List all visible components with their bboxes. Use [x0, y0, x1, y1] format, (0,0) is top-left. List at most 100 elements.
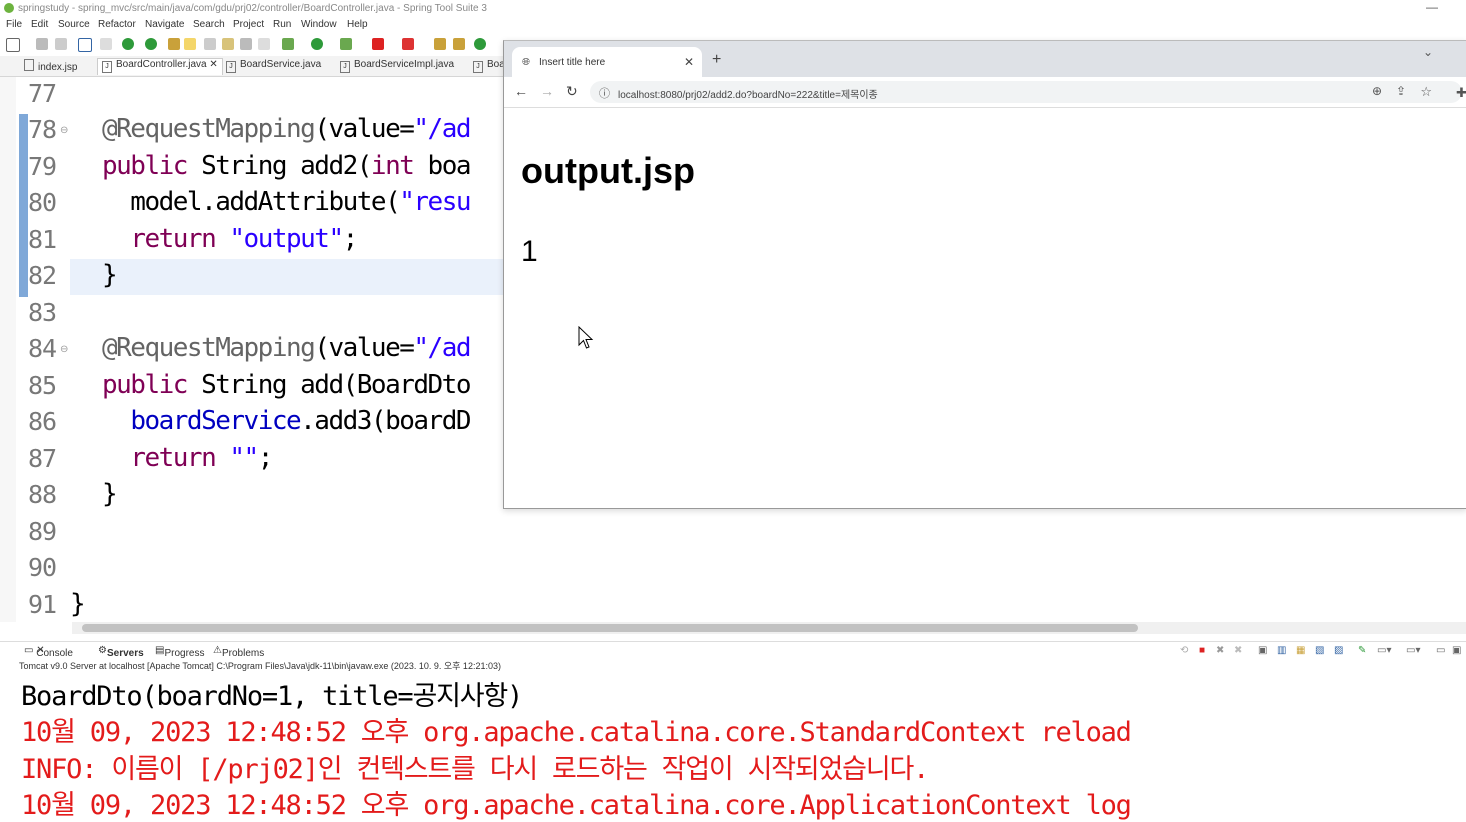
menu-refactor[interactable]: Refactor: [98, 19, 136, 30]
bookmark-star-icon[interactable]: ☆: [1420, 84, 1432, 100]
tab-index-jsp[interactable]: index.jsp: [24, 59, 77, 75]
code-line: }: [70, 589, 86, 619]
menu-search[interactable]: Search: [193, 19, 225, 30]
show-on-output-icon[interactable]: ▧: [1315, 645, 1324, 656]
terminate-icon[interactable]: ■: [1199, 645, 1205, 656]
menu-navigate[interactable]: Navigate: [145, 19, 184, 30]
window-titlebar: springstudy - spring_mvc/src/main/java/c…: [0, 0, 1466, 17]
tab-servers[interactable]: ⚙ Servers: [98, 645, 144, 659]
line-number: 85: [28, 371, 57, 400]
jsp-file-icon: [24, 59, 34, 71]
profile-icon[interactable]: [402, 38, 414, 50]
remove-all-icon[interactable]: ✖: [1234, 645, 1242, 656]
tab-boardserviceimpl-java[interactable]: J BoardServiceImpl.java: [340, 59, 454, 75]
console-line: 10월 09, 2023 12:48:52 오후 org.apache.cata…: [21, 790, 1132, 821]
tab-boardservice-java[interactable]: J BoardService.java: [226, 59, 321, 75]
fold-toggle-icon[interactable]: ⊖: [60, 125, 68, 136]
close-icon[interactable]: ✕: [684, 55, 694, 69]
open-console-icon[interactable]: ▭▾: [1406, 645, 1420, 656]
menu-window[interactable]: Window: [301, 19, 337, 30]
fold-toggle-icon[interactable]: ⊖: [60, 344, 68, 355]
run-icon[interactable]: [311, 38, 323, 50]
tab-boardcontroller-java[interactable]: J BoardController.java ✕: [97, 58, 223, 75]
remove-icon[interactable]: ✖: [1216, 645, 1224, 656]
code-line: model.addAttribute("resu: [102, 187, 471, 217]
menu-run[interactable]: Run: [273, 19, 291, 30]
spring-icon[interactable]: [168, 38, 180, 50]
menu-source[interactable]: Source: [58, 19, 90, 30]
console-line: BoardDto(boardNo=1, title=공지사항): [21, 681, 523, 712]
reload-icon[interactable]: ↻: [566, 83, 578, 100]
extensions-icon[interactable]: ✚: [1456, 85, 1466, 101]
menu-edit[interactable]: Edit: [31, 19, 48, 30]
start-server-icon[interactable]: [122, 38, 134, 50]
page-result: 1: [521, 235, 538, 268]
address-bar[interactable]: ⓘ localhost:8080/prj02/add2.do?boardNo=2…: [590, 81, 1462, 103]
java-file-icon: J: [226, 61, 236, 73]
console-line: INFO: 이름이 [/prj02]인 컨텍스트를 다시 로드하는 작업이 시작…: [21, 754, 929, 785]
pin-console-icon[interactable]: ✎: [1358, 645, 1366, 656]
show-on-error-icon[interactable]: ▨: [1334, 645, 1343, 656]
close-tab-icon[interactable]: ✕: [209, 59, 217, 70]
save-all-icon[interactable]: [55, 38, 67, 50]
scrollbar-thumb[interactable]: [82, 624, 1138, 632]
highlight-icon[interactable]: [184, 38, 196, 50]
info-icon[interactable]: ⓘ: [599, 85, 610, 101]
remove-launch-icon[interactable]: ⟲: [1180, 645, 1188, 656]
open-perspective-icon[interactable]: [474, 38, 486, 50]
current-line-highlight: [70, 259, 510, 295]
maximize-panel-icon[interactable]: ▣: [1452, 645, 1461, 656]
tab-console[interactable]: ▭ Console ✕: [24, 645, 73, 659]
open-type-icon[interactable]: [222, 38, 234, 50]
new-class-icon[interactable]: [453, 38, 465, 50]
save-icon[interactable]: [36, 38, 48, 50]
skip-breakpoints-icon[interactable]: [100, 38, 112, 50]
console-output[interactable]: BoardDto(boardNo=1, title=공지사항) 10월 09, …: [0, 672, 1466, 821]
terminal-icon[interactable]: [78, 38, 92, 52]
scroll-lock-icon[interactable]: ▥: [1277, 645, 1286, 656]
tab-label: BoardService.java: [240, 59, 322, 70]
pilcrow-icon[interactable]: [258, 38, 270, 50]
debug-icon[interactable]: [282, 38, 294, 50]
java-file-icon: J: [473, 61, 483, 73]
tab-progress[interactable]: ▤ Progress: [155, 645, 204, 659]
mark-icon[interactable]: [240, 38, 252, 50]
minimize-panel-icon[interactable]: ▭: [1436, 645, 1445, 656]
restart-server-icon[interactable]: [145, 38, 157, 50]
new-tab-icon[interactable]: +: [712, 51, 721, 69]
display-console-icon[interactable]: ▭▾: [1377, 645, 1391, 656]
tab-label: Servers: [106, 648, 144, 659]
browser-tab-strip: 🌐︎ Insert title here ✕ + ⌄: [504, 41, 1466, 77]
tab-problems[interactable]: ⚠ Problems: [213, 645, 264, 659]
word-wrap-icon[interactable]: ▦: [1296, 645, 1305, 656]
editor-horizontal-scrollbar[interactable]: [72, 622, 1466, 634]
code-line: @RequestMapping(value="/ad: [102, 333, 472, 363]
back-icon[interactable]: ←: [514, 83, 528, 99]
new-package-icon[interactable]: [434, 38, 446, 50]
menu-project[interactable]: Project: [233, 19, 264, 30]
external-tools-icon[interactable]: [340, 38, 352, 50]
code-line: public String add2(int boa: [102, 151, 472, 181]
menu-help[interactable]: Help: [347, 19, 368, 30]
stop-icon[interactable]: [372, 38, 384, 50]
new-file-icon[interactable]: [6, 38, 20, 52]
overview-ruler: [0, 77, 16, 622]
chevron-down-icon[interactable]: ⌄: [1423, 45, 1433, 59]
menu-file[interactable]: File: [6, 19, 22, 30]
forward-icon[interactable]: →: [540, 83, 554, 99]
tab-boa[interactable]: J Boa: [473, 59, 505, 75]
browser-tab[interactable]: 🌐︎ Insert title here ✕: [512, 47, 702, 77]
minimize-icon[interactable]: —: [1426, 0, 1438, 14]
line-number: 86: [28, 407, 57, 436]
window-title: springstudy - spring_mvc/src/main/java/c…: [18, 3, 487, 14]
clear-console-icon[interactable]: ▣: [1258, 645, 1267, 656]
share-icon[interactable]: ⇪: [1396, 84, 1406, 98]
url-text[interactable]: localhost:8080/prj02/add2.do?boardNo=222…: [618, 86, 878, 101]
zoom-icon[interactable]: ⊕: [1372, 84, 1382, 98]
tab-label: index.jsp: [38, 62, 78, 73]
mouse-cursor-icon: [578, 326, 594, 349]
bottom-panel-tabs: ▭ Console ✕ ⚙ Servers ▤ Progress ⚠ Probl…: [0, 641, 1466, 659]
line-number: 82: [28, 261, 57, 290]
toggle-icon[interactable]: [204, 38, 216, 50]
sts-logo-icon: [4, 3, 14, 13]
